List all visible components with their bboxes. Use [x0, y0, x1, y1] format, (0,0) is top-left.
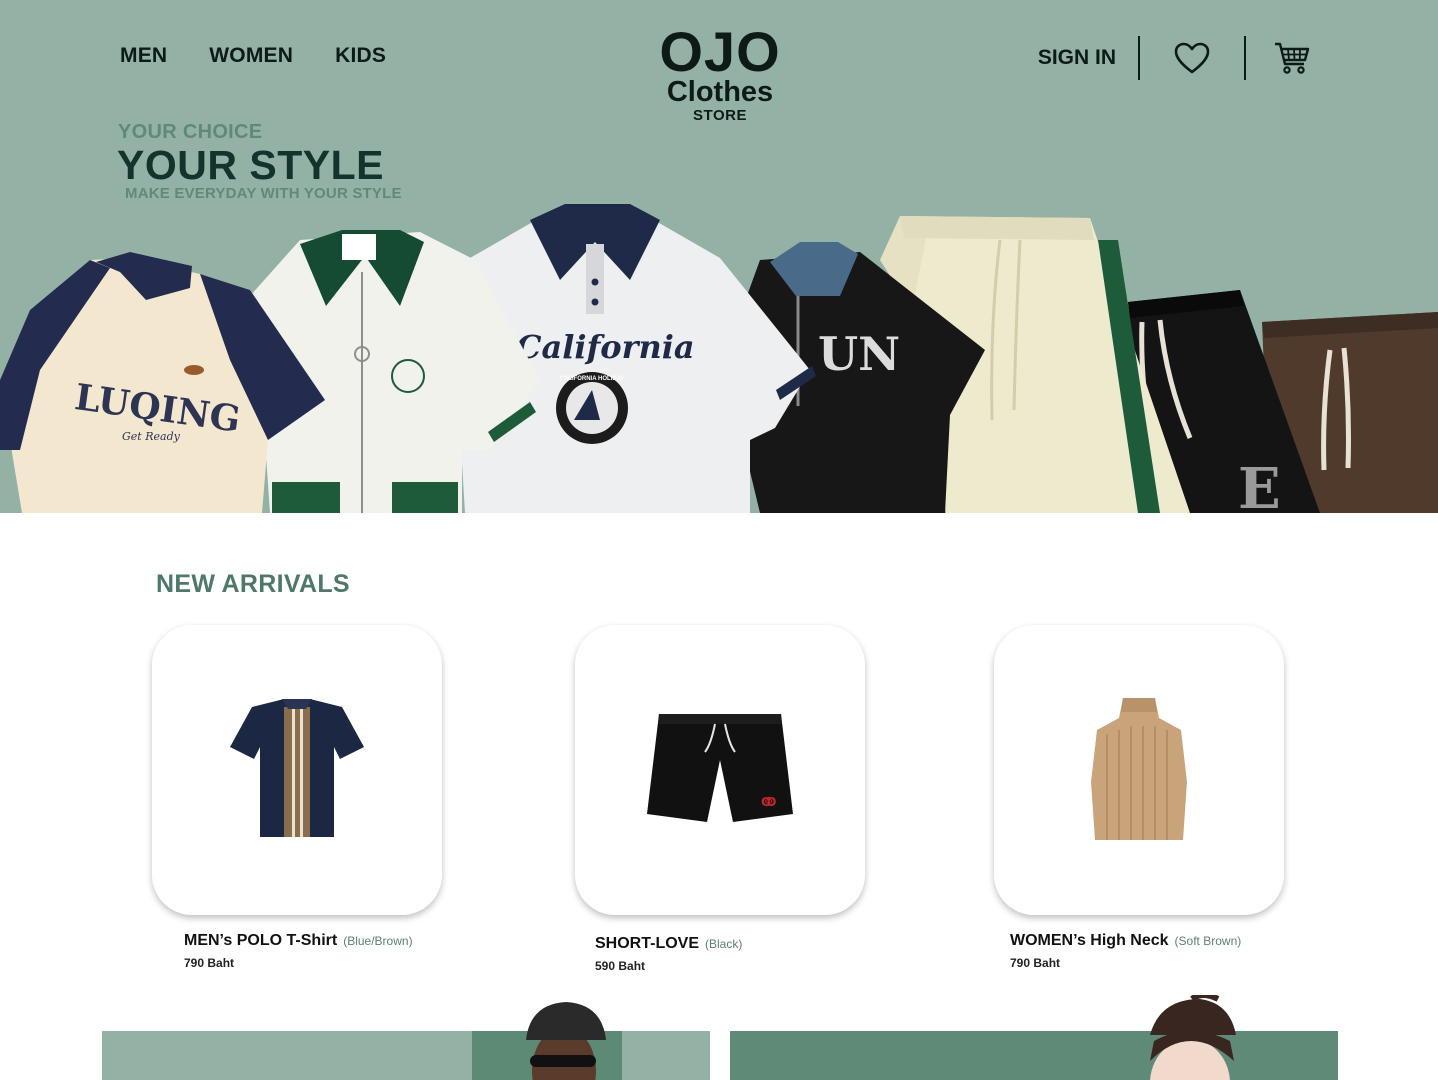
product-color: (Blue/Brown) — [343, 934, 413, 948]
wishlist-button[interactable] — [1140, 36, 1244, 80]
promo-banner-women[interactable] — [730, 1031, 1338, 1080]
promo-model-men-image — [472, 1031, 622, 1080]
hero-clothing-image: E UN California CALIFORNIA HOLIDAY LUQIN… — [0, 204, 1438, 513]
product-info-polo: MEN’s POLO T-Shirt (Blue/Brown) 790 Baht — [184, 932, 413, 970]
cart-button[interactable] — [1246, 36, 1310, 80]
product-price: 790 Baht — [1010, 956, 1061, 970]
svg-text:ↂ: ↂ — [761, 795, 776, 809]
product-price: 590 Baht — [595, 959, 646, 973]
product-card-shorts[interactable]: ↂ — [575, 625, 865, 915]
logo-line-2: Clothes — [666, 76, 774, 108]
page: MEN WOMEN KIDS OJO Clothes STORE SIGN IN — [0, 0, 1438, 1080]
product-image-polo — [230, 699, 364, 837]
main-nav: MEN WOMEN KIDS — [120, 44, 386, 68]
hero-banner: MEN WOMEN KIDS OJO Clothes STORE SIGN IN — [0, 0, 1438, 513]
nav-men-link[interactable]: MEN — [120, 44, 167, 68]
sign-in-link[interactable]: SIGN IN — [1038, 46, 1116, 70]
product-image-shorts: ↂ — [647, 714, 793, 822]
product-color: (Soft Brown) — [1174, 934, 1242, 948]
promo-banner-men[interactable] — [102, 1031, 710, 1080]
product-image-high-neck — [1091, 698, 1187, 840]
store-logo[interactable]: OJO Clothes STORE — [620, 20, 820, 126]
cart-icon — [1275, 42, 1310, 74]
product-price: 790 Baht — [184, 956, 235, 970]
product-card-polo[interactable] — [152, 625, 442, 915]
model-hair-women — [1150, 995, 1236, 1035]
nav-kids-link[interactable]: KIDS — [335, 44, 386, 68]
new-arrivals-title: NEW ARRIVALS — [156, 570, 350, 598]
promo-model-women-image — [1150, 1031, 1234, 1080]
product-info-shorts: SHORT-LOVE (Black) 590 Baht — [595, 935, 742, 973]
shirt-print-california-holiday: CALIFORNIA HOLIDAY — [560, 376, 625, 382]
shorts-print-text: E — [1238, 456, 1281, 513]
shirt-print-un: UN — [818, 327, 900, 381]
shirt-print-california: California — [516, 328, 695, 366]
logo-line-1: OJO — [659, 20, 781, 83]
hero-tagline-big: YOUR STYLE — [117, 142, 384, 188]
shirt-print-get-ready: Get Ready — [122, 430, 181, 443]
product-info-high-neck: WOMEN’s High Neck (Soft Brown) 790 Baht — [1010, 932, 1241, 970]
model-hair-men — [526, 1002, 606, 1040]
hero-tagline-small: YOUR CHOICE — [118, 121, 263, 143]
user-actions: SIGN IN — [1038, 36, 1310, 80]
product-name[interactable]: MEN’s POLO T-Shirt — [184, 932, 337, 949]
product-name[interactable]: SHORT-LOVE — [595, 935, 699, 952]
heart-icon — [1174, 42, 1210, 74]
product-card-high-neck[interactable] — [994, 625, 1284, 915]
product-color: (Black) — [705, 937, 743, 951]
nav-women-link[interactable]: WOMEN — [209, 44, 293, 68]
product-name[interactable]: WOMEN’s High Neck — [1010, 932, 1169, 949]
logo-line-3: STORE — [693, 107, 747, 124]
